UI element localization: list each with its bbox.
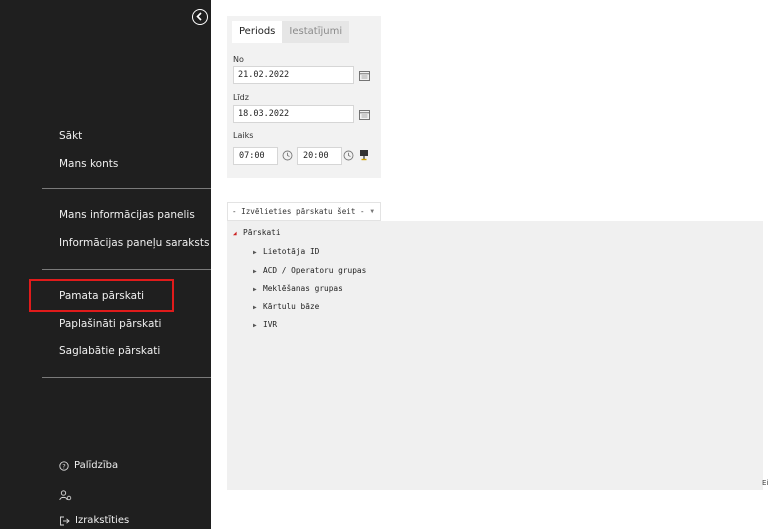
help-link[interactable]: ? Palīdzība xyxy=(59,460,118,471)
report-select[interactable]: - Izvēlieties pārskatu šeit - ▼ xyxy=(227,202,381,221)
logout-icon xyxy=(60,516,70,525)
from-label: No xyxy=(233,55,244,64)
nav-my-dashboard[interactable]: Mans informācijas panelis xyxy=(59,209,195,221)
nav-dashboard-list[interactable]: Informācijas paneļu saraksts xyxy=(59,237,209,249)
dropdown-caret-icon: ▼ xyxy=(370,208,374,215)
help-icon: ? xyxy=(59,460,69,471)
time-from-input[interactable]: 07:00 xyxy=(233,147,278,165)
period-panel: Periods Iestatījumi No 21.02.2022 Līdz 1… xyxy=(227,16,381,178)
from-date-input[interactable]: 21.02.2022 xyxy=(233,66,354,84)
tree-node-label: Meklēšanas grupas xyxy=(263,284,343,293)
expanded-arrow-icon: ◢ xyxy=(233,230,237,237)
help-label: Palīdzība xyxy=(74,460,119,471)
nav-basic-reports[interactable]: Pamata pārskati xyxy=(59,290,144,302)
svg-text:?: ? xyxy=(62,462,65,470)
divider xyxy=(42,188,211,189)
nav-my-account[interactable]: Mans konts xyxy=(59,158,118,170)
to-date-input[interactable]: 18.03.2022 xyxy=(233,105,354,123)
clock-icon[interactable] xyxy=(343,150,354,161)
logout-label: Izrakstīties xyxy=(75,515,130,526)
report-select-value: - Izvēlieties pārskatu šeit - xyxy=(232,207,365,216)
time-to-input[interactable]: 20:00 xyxy=(297,147,342,165)
divider xyxy=(42,269,211,270)
tree-node-root[interactable]: ◢ Pārskati xyxy=(233,228,281,237)
sidebar: Sākt Mans konts Mans informācijas paneli… xyxy=(0,0,211,529)
tree-node-label: IVR xyxy=(263,320,278,329)
tab-period[interactable]: Periods xyxy=(232,21,283,43)
corner-text: Ei xyxy=(762,479,769,487)
tree-node-label: Lietotāja ID xyxy=(263,247,320,256)
tree-root-label: Pārskati xyxy=(243,228,281,237)
collapsed-arrow-icon: ▶ xyxy=(253,286,257,293)
nav-extended-reports[interactable]: Paplašināti pārskati xyxy=(59,318,161,330)
time-label: Laiks xyxy=(233,131,254,140)
collapsed-arrow-icon: ▶ xyxy=(253,304,257,311)
tree-node[interactable]: ▶ ACD / Operatoru grupas xyxy=(253,266,366,275)
tree-node-label: Kārtulu bāze xyxy=(263,302,320,311)
tree-node-label: ACD / Operatoru grupas xyxy=(263,266,367,275)
divider xyxy=(42,377,211,378)
tab-settings[interactable]: Iestatījumi xyxy=(282,21,350,43)
tree-node[interactable]: ▶ Meklēšanas grupas xyxy=(253,284,343,293)
to-label: Līdz xyxy=(233,93,249,102)
calendar-icon[interactable] xyxy=(359,109,370,120)
tree-node[interactable]: ▶ Kārtulu bāze xyxy=(253,302,319,311)
user-settings-icon[interactable] xyxy=(59,490,72,501)
collapsed-arrow-icon: ▶ xyxy=(253,322,257,329)
logout-link[interactable]: Izrakstīties xyxy=(59,515,129,526)
calendar-icon[interactable] xyxy=(359,70,370,81)
nav-saved-reports[interactable]: Saglabātie pārskati xyxy=(59,345,160,357)
clock-icon[interactable] xyxy=(282,150,293,161)
collapse-sidebar-icon[interactable] xyxy=(192,9,208,25)
monitor-icon[interactable] xyxy=(359,149,369,161)
tree-node[interactable]: ▶ IVR xyxy=(253,320,277,329)
collapsed-arrow-icon: ▶ xyxy=(253,268,257,275)
panel-tabs: Periods Iestatījumi xyxy=(232,21,350,43)
report-tree: ◢ Pārskati ▶ Lietotāja ID ▶ ACD / Operatoru… xyxy=(227,221,763,490)
tree-node[interactable]: ▶ Lietotāja ID xyxy=(253,247,319,256)
nav-start[interactable]: Sākt xyxy=(59,130,82,142)
collapsed-arrow-icon: ▶ xyxy=(253,249,257,256)
